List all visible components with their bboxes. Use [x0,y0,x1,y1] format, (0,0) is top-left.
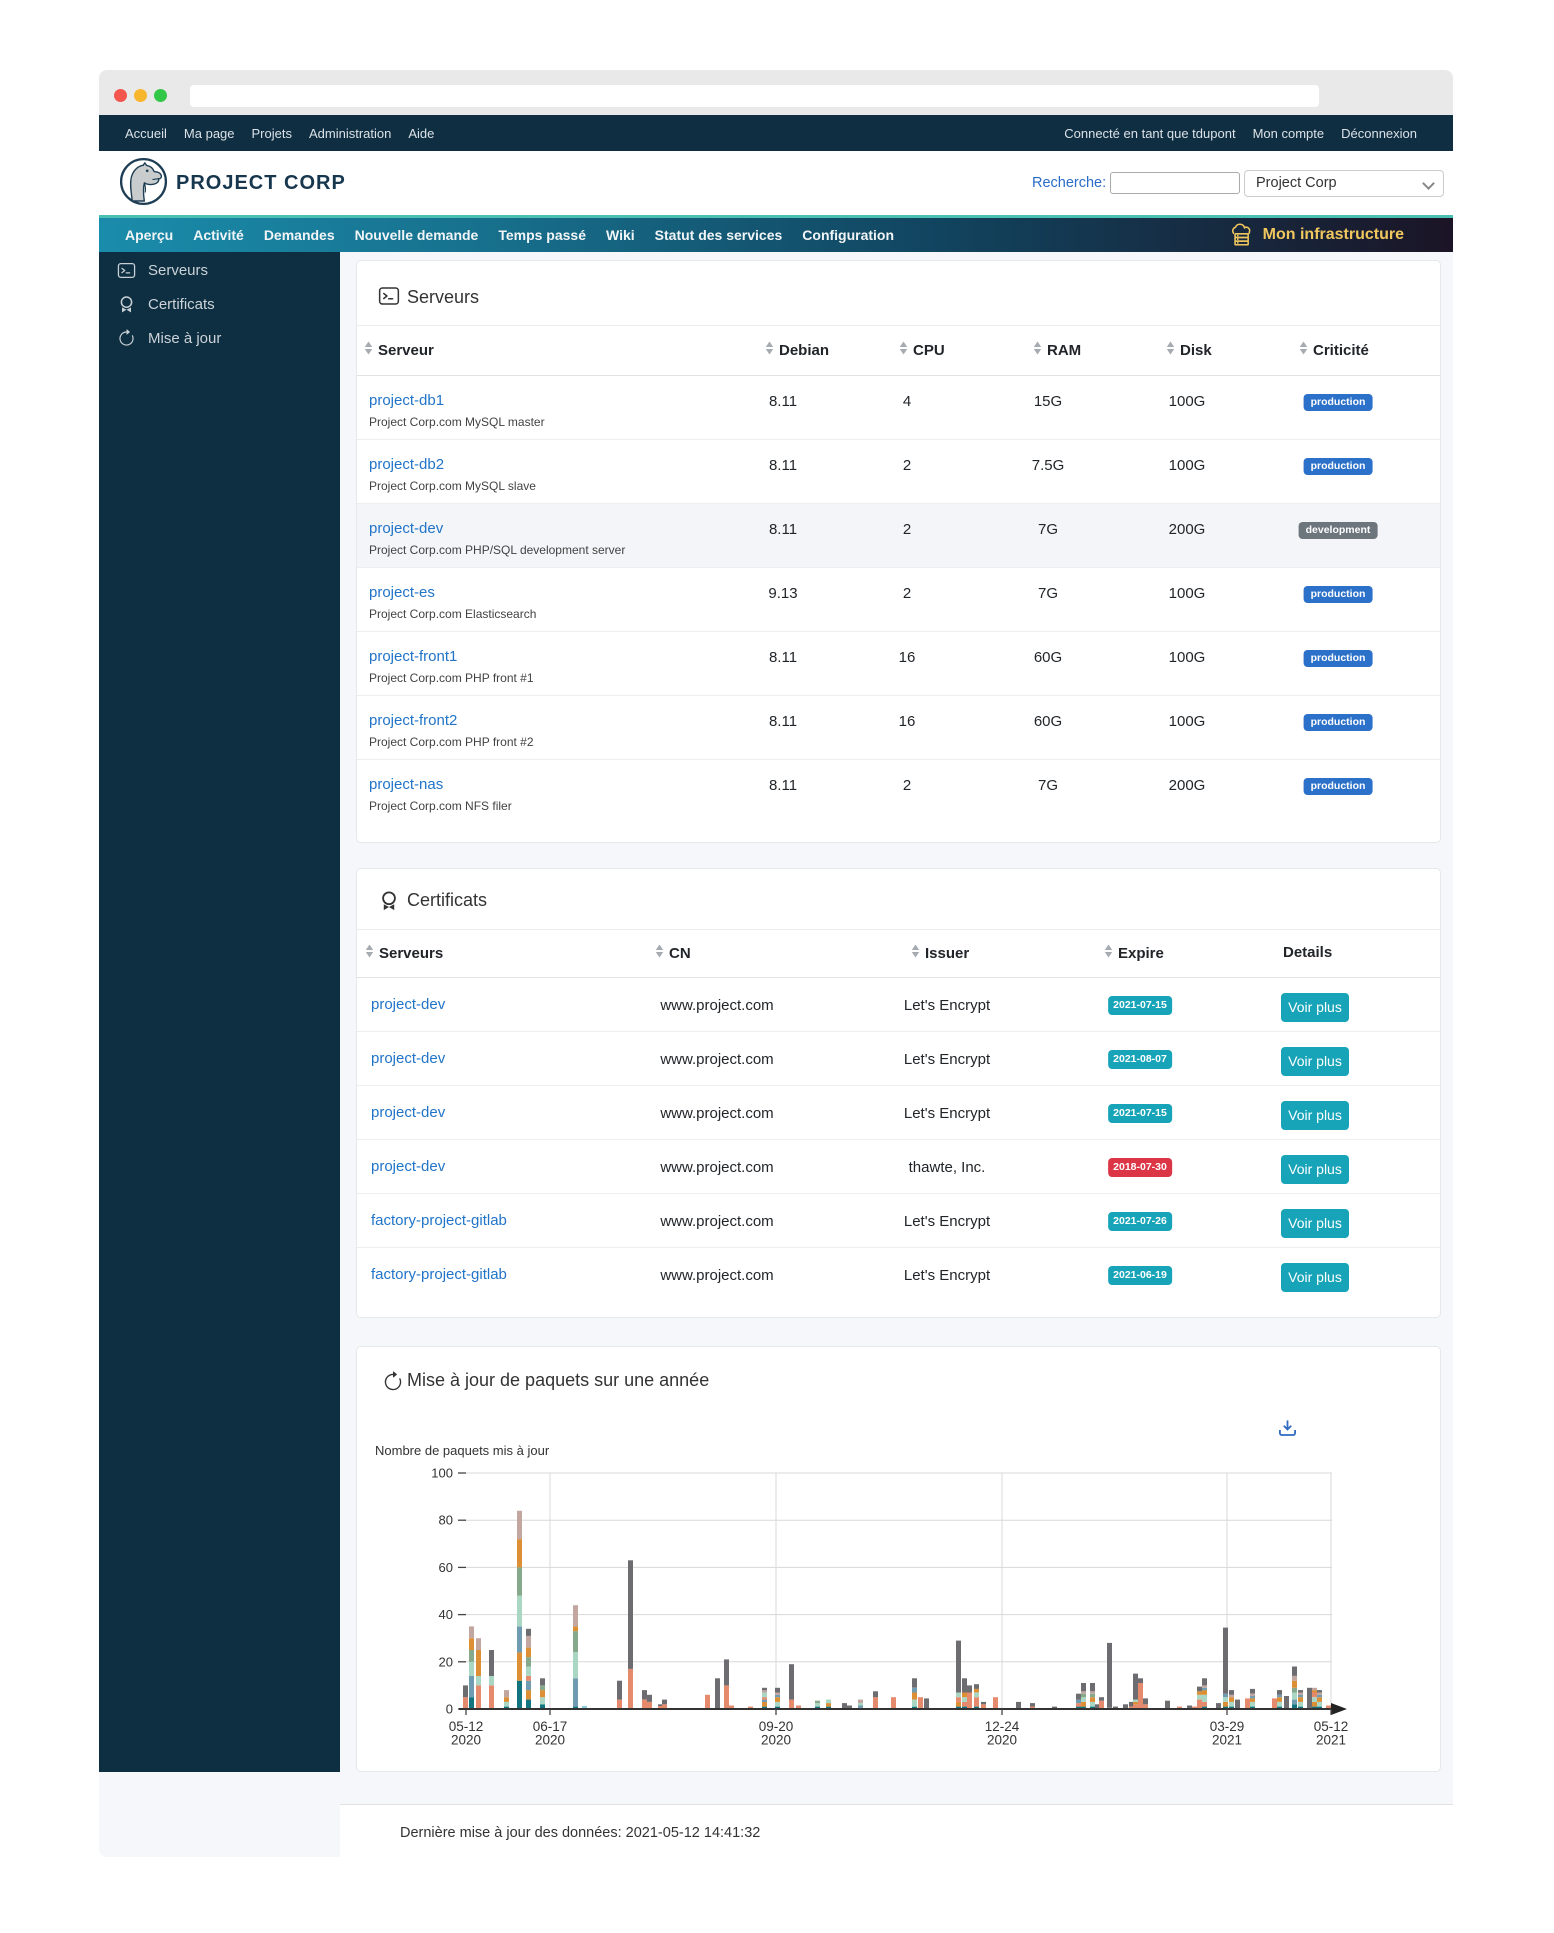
svg-text:2020: 2020 [451,1733,481,1748]
svg-text:2021: 2021 [1316,1733,1346,1748]
svg-text:0: 0 [446,1702,453,1717]
svg-text:2020: 2020 [535,1733,565,1748]
svg-text:20: 20 [439,1654,453,1669]
svg-text:100: 100 [431,1466,453,1481]
svg-text:2020: 2020 [761,1733,791,1748]
svg-text:80: 80 [439,1513,453,1528]
svg-text:2021: 2021 [1212,1733,1242,1748]
svg-text:2020: 2020 [987,1733,1017,1748]
svg-text:40: 40 [439,1607,453,1622]
svg-text:60: 60 [439,1560,453,1575]
